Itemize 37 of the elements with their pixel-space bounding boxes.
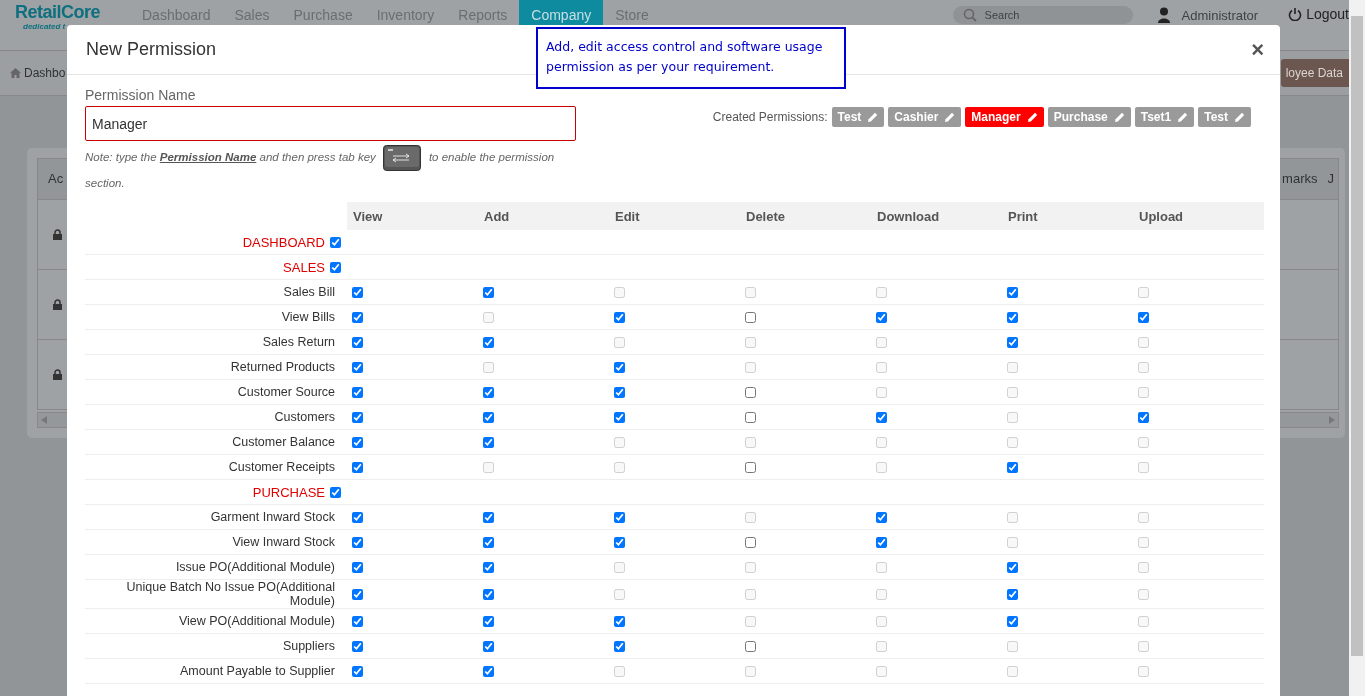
column-header: J [1327, 171, 1334, 187]
note-text: Note: type the Permission Name and then press tab key [85, 151, 376, 164]
note-text: section. [85, 176, 126, 191]
row-label: Suppliers [282, 639, 335, 653]
row-label: Issue PO(Additional Module) [175, 560, 335, 574]
column-header: marks [1282, 171, 1318, 187]
row-label: Customers [274, 410, 335, 424]
dialog-title: New Permission [86, 39, 217, 60]
column-header: Delete [740, 202, 871, 230]
column-header: Print [1002, 202, 1133, 230]
row-label: Sales Return [262, 335, 335, 349]
column-header: View [347, 202, 478, 230]
row-label: Unique Batch No Issue PO(Additional Module) [125, 580, 335, 608]
row-label: Garment Inward Stock [210, 510, 335, 524]
column-header: Ac [48, 171, 64, 187]
row-label: View PO(Additional Module) [178, 614, 335, 628]
column-header: Edit [609, 202, 740, 230]
row-label: View Bills [281, 310, 335, 324]
created-permissions-label: Created Permissions: [712, 110, 828, 124]
section-title: DASHBOARD [242, 234, 325, 250]
row-label: Customer Source [237, 385, 335, 399]
column-header: Upload [1133, 202, 1264, 230]
row-label: Sales Bill [283, 285, 335, 299]
field-label: Permission Name [85, 87, 197, 103]
hint-note: Add, edit access control and software usage permission as per your requirement. [536, 27, 846, 89]
row-label: Amount Payable to Supplier [180, 664, 335, 678]
note-text: to enable the permission [428, 151, 555, 164]
row-label: Customer Receipts [228, 460, 335, 474]
section-title: PURCHASE [252, 484, 325, 500]
search-placeholder: Search [984, 9, 1020, 21]
logo-tagline: dedicated t [22, 22, 67, 31]
row-label: Returned Products [230, 360, 335, 374]
column-header: Download [871, 202, 1002, 230]
column-header: Add [478, 202, 609, 230]
row-label: View Inward Stock [232, 535, 335, 549]
section-title: SALES [283, 259, 325, 275]
row-label: Customer Balance [232, 435, 335, 449]
